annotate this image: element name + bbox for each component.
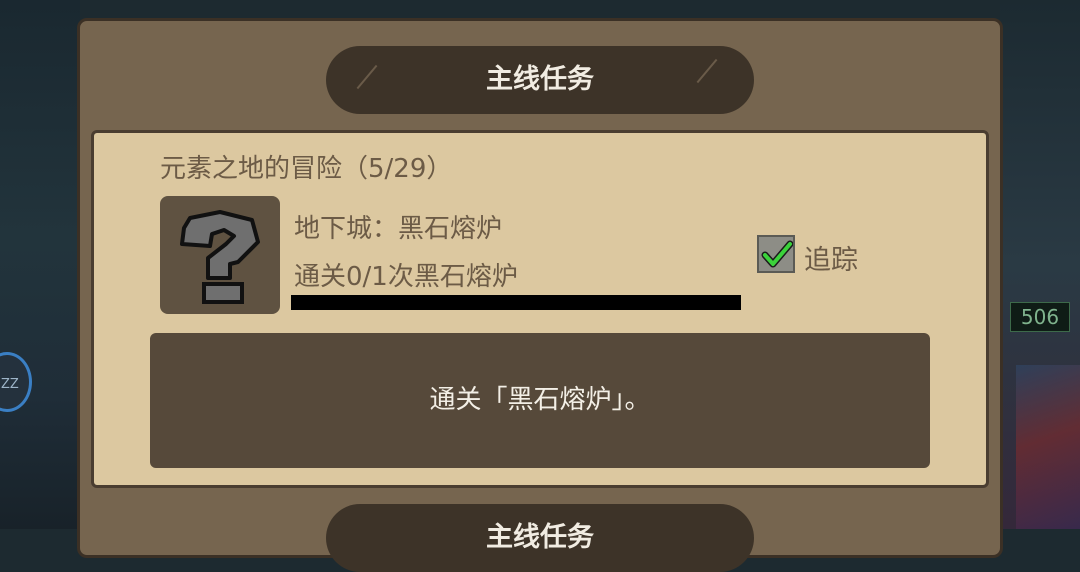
next-quest-banner[interactable]: 主线任务 <box>326 504 754 572</box>
background-left <box>0 0 80 529</box>
progress-label: 通关0/1次黑石熔炉 <box>294 262 518 292</box>
background-creature <box>1016 365 1080 529</box>
progress-bar <box>291 295 741 310</box>
question-mark-icon <box>180 210 260 304</box>
track-label[interactable]: 追踪 <box>804 238 858 277</box>
title-banner: 主线任务 <box>326 46 754 114</box>
quest-chain-title: 元素之地的冒险（5/29） <box>160 154 453 184</box>
sleep-badge-text: ZZ <box>1 377 19 392</box>
checkmark-icon <box>761 240 793 268</box>
quest-description: 通关「黑石熔炉」。 <box>429 385 651 415</box>
dungeon-label: 地下城：黑石熔炉 <box>294 214 503 244</box>
quest-icon-frame <box>160 196 280 314</box>
panel-title: 主线任务 <box>486 64 594 95</box>
track-checkbox[interactable] <box>757 235 795 273</box>
quest-description-box: 通关「黑石熔炉」。 <box>150 333 930 468</box>
side-counter: 506 <box>1010 302 1070 332</box>
next-quest-title: 主线任务 <box>486 522 594 553</box>
